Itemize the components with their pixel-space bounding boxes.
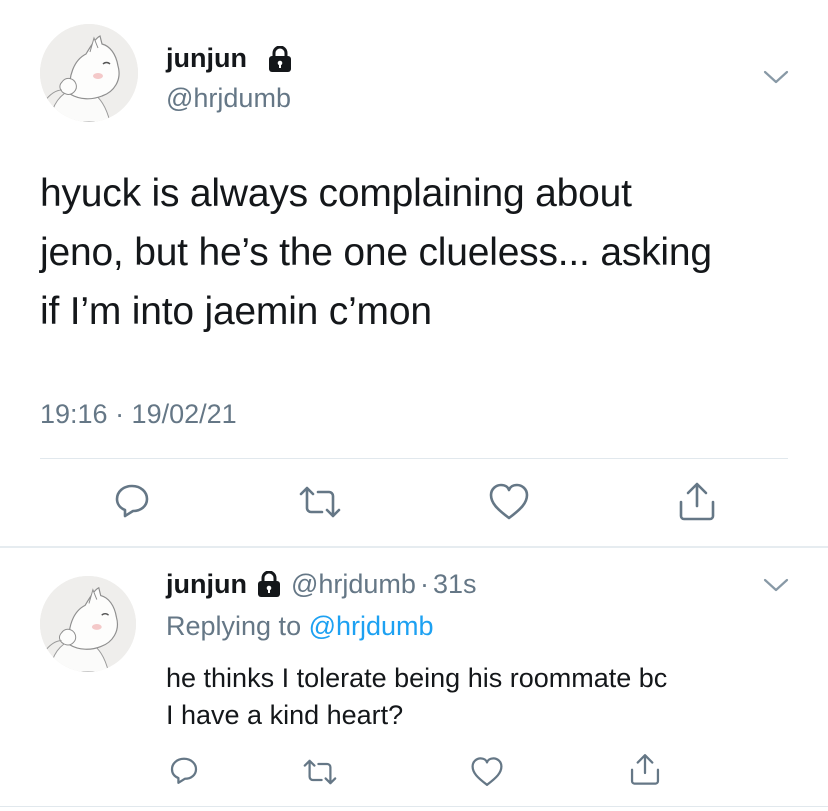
tweet-timestamp[interactable]: 19:16 · 19/02/21 bbox=[40, 398, 237, 430]
like-icon[interactable] bbox=[488, 482, 530, 522]
like-icon[interactable] bbox=[470, 756, 504, 788]
lock-icon bbox=[268, 46, 292, 72]
user-handle[interactable]: @hrjdumb bbox=[166, 82, 291, 114]
replying-to-label: Replying to bbox=[166, 611, 302, 641]
display-name[interactable]: junjun bbox=[166, 42, 247, 74]
lock-icon bbox=[257, 571, 281, 597]
replying-to-link[interactable]: @hrjdumb bbox=[309, 611, 434, 641]
section-divider bbox=[0, 546, 828, 548]
reply-text-line: he thinks I tolerate being his roommate … bbox=[166, 663, 668, 693]
reply-time[interactable]: 31s bbox=[433, 568, 477, 600]
reply-display-name[interactable]: junjun bbox=[166, 568, 247, 600]
reply-text: he thinks I tolerate being his roommate … bbox=[166, 660, 806, 734]
moomin-avatar-image bbox=[40, 576, 136, 672]
chevron-down-icon[interactable] bbox=[762, 576, 790, 594]
reply-user-handle[interactable]: @hrjdumb bbox=[291, 568, 416, 600]
share-icon[interactable] bbox=[676, 480, 718, 522]
retweet-icon[interactable] bbox=[298, 482, 342, 522]
moomin-avatar-image bbox=[40, 24, 138, 122]
reply-icon[interactable] bbox=[168, 754, 200, 786]
separator-dot: · bbox=[419, 569, 429, 599]
chevron-down-icon[interactable] bbox=[762, 68, 790, 86]
reply-icon[interactable] bbox=[112, 480, 152, 520]
share-icon[interactable] bbox=[628, 752, 662, 786]
avatar[interactable] bbox=[40, 24, 138, 122]
retweet-icon[interactable] bbox=[302, 756, 338, 788]
divider bbox=[40, 458, 788, 459]
tweet-text-line: hyuck is always complaining about bbox=[40, 172, 632, 215]
tweet-text-line: if I’m into jaemin c’mon bbox=[40, 290, 432, 333]
tweet-text: hyuck is always complaining about jeno, … bbox=[40, 164, 810, 341]
reply-header: junjun @hrjdumb · 31s bbox=[166, 568, 477, 600]
replying-to: Replying to @hrjdumb bbox=[166, 610, 434, 642]
reply-text-line: I have a kind heart? bbox=[166, 700, 404, 730]
tweet-text-line: jeno, but he’s the one clueless... askin… bbox=[40, 231, 712, 274]
reply-avatar[interactable] bbox=[40, 576, 136, 672]
bottom-divider bbox=[0, 806, 828, 807]
